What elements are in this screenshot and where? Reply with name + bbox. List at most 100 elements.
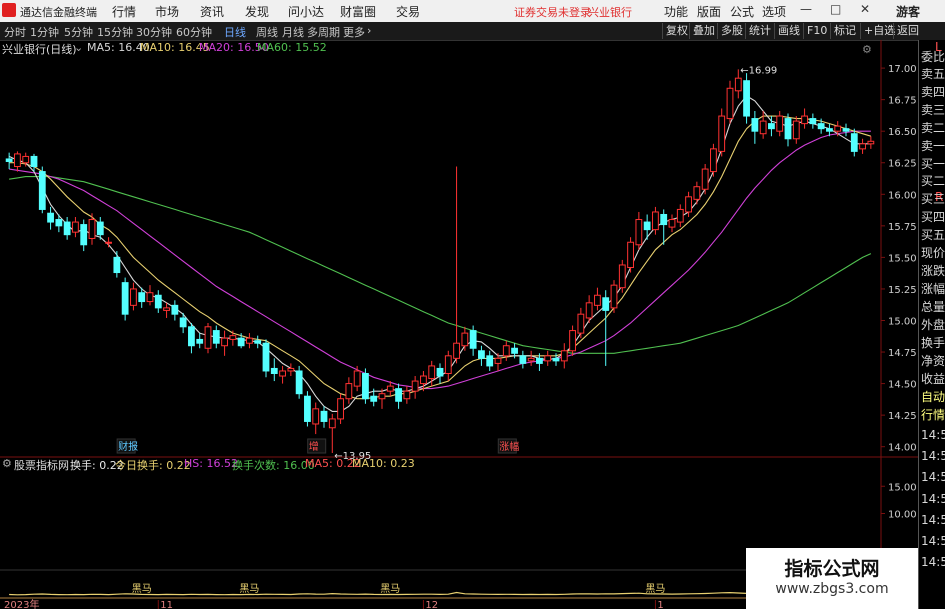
menu-item-zixun[interactable]: 资讯 xyxy=(200,3,224,20)
candle-body xyxy=(154,294,162,309)
y-tick-label: 15.75 xyxy=(888,222,917,233)
candle-body xyxy=(337,398,344,420)
x-axis-label: 11 xyxy=(160,600,173,609)
y-tick-label: 14.75 xyxy=(888,348,917,359)
sidebar-item: 买一 xyxy=(921,157,945,171)
sidebar-item: 卖五 xyxy=(921,67,945,81)
close-icon[interactable]: ✕ xyxy=(860,2,870,16)
sidebar-item: 现价 xyxy=(921,246,945,260)
sub-chart-gear-icon[interactable]: ⚙ xyxy=(2,457,12,470)
candle-body xyxy=(784,118,792,140)
menu-item-jiaoyi[interactable]: 交易 xyxy=(396,3,420,20)
candle-body xyxy=(5,158,13,162)
candle-body xyxy=(469,330,477,349)
tab-period-5min[interactable]: 5分钟 xyxy=(64,24,93,40)
candle-body xyxy=(304,395,311,422)
menu-item-hangqing[interactable]: 行情 xyxy=(112,3,136,20)
event-marker-label: 涨幅 xyxy=(499,440,519,453)
candle-body xyxy=(817,123,825,130)
kline-chart[interactable]: 17.00 16.75 16.50 16.25 16.00 15.75 15.50 15.25… xyxy=(0,40,918,609)
candle-body xyxy=(22,155,30,164)
candle-body xyxy=(668,219,676,228)
tab-period-monthly[interactable]: 月线 xyxy=(282,24,304,40)
menu-item-banmian[interactable]: 版面 xyxy=(697,3,721,20)
button-huaxian[interactable]: 画线 xyxy=(774,23,800,39)
candle-body xyxy=(436,367,444,377)
app-logo-icon xyxy=(2,3,16,17)
candle-body xyxy=(370,395,378,402)
sidebar-item: 外盘 xyxy=(921,318,945,332)
black-horse-label: 黑马 xyxy=(380,583,400,595)
button-duogu[interactable]: 多股 xyxy=(717,23,743,39)
candle-body xyxy=(850,133,858,152)
candle-body xyxy=(295,370,303,395)
chevron-down-icon[interactable]: ⌄ xyxy=(74,41,83,54)
tab-period-15min[interactable]: 15分钟 xyxy=(97,24,133,40)
button-back[interactable]: 返回 xyxy=(893,23,919,39)
candle-body xyxy=(867,140,875,145)
tab-period-30min[interactable]: 30分钟 xyxy=(136,24,172,40)
menu-item-faxian[interactable]: 发现 xyxy=(245,3,269,20)
menu-item-xuanxiang[interactable]: 选项 xyxy=(762,3,786,20)
candle-body xyxy=(88,219,96,239)
menu-item-caifuquan[interactable]: 财富圈 xyxy=(340,3,376,20)
tab-period-1min[interactable]: 1分钟 xyxy=(30,24,59,40)
candle-body xyxy=(254,340,262,344)
candle-body xyxy=(701,168,709,190)
sidebar-item: 净资 xyxy=(921,354,945,368)
tab-period-60min[interactable]: 60分钟 xyxy=(176,24,212,40)
candle-body xyxy=(610,284,618,309)
menu-item-gongshi[interactable]: 公式 xyxy=(730,3,754,20)
candle-body xyxy=(63,221,71,236)
y-tick-label: 17.00 xyxy=(888,64,917,75)
candle-body xyxy=(461,332,469,347)
tab-period-weekly[interactable]: 周线 xyxy=(256,24,278,40)
button-f10[interactable]: F10 xyxy=(803,23,827,39)
candle-body xyxy=(96,221,104,236)
black-horse-label: 黑马 xyxy=(239,583,259,595)
quote-sidebar: L R 委比 卖五 卖四 卖三 卖二 卖一 买一 买二 买三 买四 买五 现价 涨跌 涨幅 总量 外盘 换手 净资… xyxy=(918,40,945,609)
chevron-right-icon[interactable]: › xyxy=(367,24,371,37)
sidebar-item: 14:5 xyxy=(921,513,945,527)
candle-body xyxy=(55,219,63,227)
x-axis-label: 12 xyxy=(425,600,438,609)
button-tongji[interactable]: 统计 xyxy=(745,23,771,39)
tab-period-daily[interactable]: 日线 xyxy=(224,24,246,40)
candle-body xyxy=(635,219,643,246)
button-diejia[interactable]: 叠加 xyxy=(689,23,715,39)
candle-body xyxy=(527,357,535,362)
candle-body xyxy=(196,338,204,344)
y-tick-label: 15.50 xyxy=(888,253,917,264)
maximize-icon[interactable]: □ xyxy=(830,2,841,16)
y-tick-label: 15.25 xyxy=(888,285,917,296)
sidebar-item: 买二 xyxy=(921,174,945,188)
candle-body xyxy=(710,148,717,173)
candle-body xyxy=(312,408,320,425)
ma-line-ma20 xyxy=(9,130,871,390)
site-watermark: 指标公式网 www.zbgs3.com xyxy=(746,548,918,609)
guest-label[interactable]: 游客 xyxy=(896,3,920,20)
button-add-favorite[interactable]: +自选 xyxy=(860,23,895,39)
candle-body xyxy=(544,355,552,362)
minimize-icon[interactable]: — xyxy=(800,2,812,16)
candle-body xyxy=(627,241,634,268)
menu-item-shichang[interactable]: 市场 xyxy=(155,3,179,20)
login-status[interactable]: 证券交易未登录 xyxy=(514,4,591,20)
tab-period-multi[interactable]: 多周期 xyxy=(307,24,340,40)
chart-title: 兴业银行(日线) xyxy=(2,43,77,56)
sub-y-tick-label: 10.00 xyxy=(888,510,917,521)
candle-body xyxy=(320,410,328,422)
candle-body xyxy=(478,350,485,359)
menu-item-wenxiaoda[interactable]: 问小达 xyxy=(288,3,324,20)
candle-body xyxy=(287,367,295,372)
sub-y-tick-label: 15.00 xyxy=(888,482,917,493)
current-stock-name: 兴业银行 xyxy=(588,6,632,19)
button-fuquan[interactable]: 复权 xyxy=(662,23,688,39)
tab-period-fenshi[interactable]: 分时 xyxy=(4,24,26,40)
candle-body xyxy=(602,297,610,311)
candle-body xyxy=(552,357,560,362)
settings-gear-icon[interactable]: ⚙ xyxy=(862,43,872,56)
menu-item-gongneng[interactable]: 功能 xyxy=(664,3,688,20)
tab-period-more[interactable]: 更多 xyxy=(343,24,365,40)
button-biaoji[interactable]: 标记 xyxy=(830,23,856,39)
